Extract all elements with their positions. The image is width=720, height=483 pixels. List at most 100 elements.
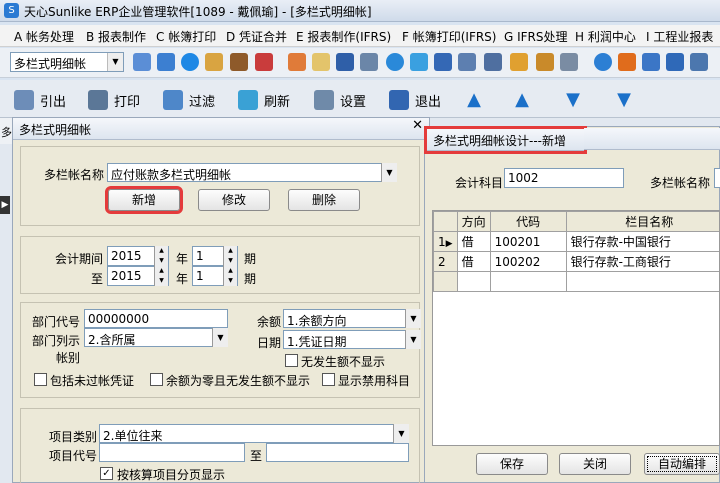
export-button[interactable]: 引出	[14, 88, 74, 112]
column-header-direction[interactable]: 方向	[456, 211, 491, 232]
chevron-down-icon[interactable]: ▼	[405, 330, 421, 349]
save-button[interactable]: 保存	[476, 453, 548, 475]
edit-button[interactable]: 修改	[198, 189, 270, 211]
module-select[interactable]: 多栏式明细帐 ▼	[10, 52, 124, 72]
row-code[interactable]: 100202	[489, 251, 567, 272]
exit-icon	[389, 90, 409, 110]
exit-button[interactable]: 退出	[389, 88, 449, 112]
phone-icon[interactable]	[181, 53, 199, 71]
grid-corner-cell	[433, 211, 458, 232]
info-icon[interactable]	[410, 53, 428, 71]
period-unit-label: 期	[244, 252, 257, 266]
zero-balance-checkbox[interactable]	[150, 373, 163, 386]
house-icon[interactable]	[255, 53, 273, 71]
chevron-down-icon[interactable]: ▼	[381, 163, 397, 182]
briefcase-icon[interactable]	[230, 53, 248, 71]
close-icon[interactable]: ✕	[412, 118, 423, 133]
row-number: 2	[433, 251, 458, 272]
item-code-to-input[interactable]	[266, 443, 409, 462]
previous-record-icon[interactable]: ▲	[510, 88, 534, 112]
dept-code-input[interactable]: 00000000	[84, 309, 228, 328]
chevron-down-icon[interactable]: ▼	[212, 328, 228, 347]
period-from-spinner[interactable]: ▲ ▼	[223, 246, 237, 266]
auto-arrange-button[interactable]: 自动编排	[644, 453, 720, 475]
ledger-name-select[interactable]: 应付账款多栏式明细帐	[107, 163, 397, 182]
item-type-select[interactable]: 2.单位往来	[99, 424, 409, 443]
year-from-spinner[interactable]: ▲ ▼	[154, 246, 168, 266]
table-row[interactable]: 1▶ 借 100201 银行存款-中国银行	[433, 231, 719, 252]
window-titlebar: S 天心Sunlike ERP企业管理软件[1089 - 戴佩瑜] - [多栏式…	[0, 0, 720, 22]
period-to-label: 至	[91, 272, 104, 286]
account-code-value: 1002	[508, 171, 539, 185]
chevron-down-icon[interactable]: ▼	[107, 53, 123, 71]
tree-icon[interactable]	[133, 53, 151, 71]
lock-icon[interactable]	[205, 53, 223, 71]
filter-button[interactable]: 过滤	[163, 88, 223, 112]
column-header-code[interactable]: 代码	[489, 211, 567, 232]
year-to-spinner[interactable]: ▲ ▼	[154, 266, 168, 286]
menu-item-b[interactable]: B 报表制作	[86, 28, 146, 45]
account-code-input[interactable]: 1002	[504, 168, 624, 188]
no-occurrence-checkbox[interactable]	[285, 354, 298, 367]
menu-item-e[interactable]: E 报表制作(IFRS)	[296, 28, 391, 45]
include-unposted-checkbox[interactable]	[34, 373, 47, 386]
refresh-button[interactable]: 刷新	[238, 88, 298, 112]
menu-item-g[interactable]: G IFRS处理	[504, 28, 568, 45]
dept-list-select[interactable]: 2.含所属	[84, 328, 228, 347]
first-record-icon[interactable]: ▲	[462, 88, 486, 112]
menu-item-f[interactable]: F 帐簿打印(IFRS)	[402, 28, 496, 45]
help-icon[interactable]	[386, 53, 404, 71]
copy-icon[interactable]	[560, 53, 578, 71]
menu-item-i[interactable]: I 工程业报表	[646, 28, 713, 45]
row-direction[interactable]: 借	[456, 251, 491, 272]
menu-item-d[interactable]: D 凭证合并	[226, 28, 287, 45]
year-to-value: 2015	[111, 269, 142, 283]
report-icon[interactable]	[642, 53, 660, 71]
period-to-spinner[interactable]: ▲ ▼	[223, 266, 237, 286]
menu-item-c[interactable]: C 帐簿打印	[156, 28, 216, 45]
filter-label: 过滤	[189, 95, 216, 110]
row-number: 1	[438, 234, 446, 249]
balance-select[interactable]: 1.余额方向	[283, 309, 421, 328]
settings-button[interactable]: 设置	[314, 88, 374, 112]
date-select[interactable]: 1.凭证日期	[283, 330, 421, 349]
row-code[interactable]: 100201	[489, 231, 567, 252]
print-button[interactable]: 打印	[88, 88, 148, 112]
grid-icon[interactable]	[690, 53, 708, 71]
chevron-down-icon[interactable]: ▼	[393, 424, 409, 443]
window-icon[interactable]	[484, 53, 502, 71]
design-ledger-name-input[interactable]	[714, 168, 720, 188]
page-by-item-checkbox[interactable]: ✓	[100, 467, 113, 480]
design-ledger-name-label: 多栏帐名称	[650, 176, 711, 190]
row-column-name[interactable]: 银行存款-中国银行	[565, 231, 719, 252]
row-column-name[interactable]: 银行存款-工商银行	[565, 251, 719, 272]
item-code-from-input[interactable]	[99, 443, 245, 462]
last-record-icon[interactable]: ▼	[612, 88, 636, 112]
calendar-icon[interactable]	[510, 53, 528, 71]
table-row[interactable]: 2 借 100202 银行存款-工商银行	[433, 251, 719, 272]
menu-item-h[interactable]: H 利润中心	[575, 28, 636, 45]
chevron-down-icon[interactable]: ▼	[405, 309, 421, 328]
box-icon[interactable]	[536, 53, 554, 71]
menu-item-a[interactable]: A 帐务处理	[14, 28, 74, 45]
column-header-name[interactable]: 栏目名称	[565, 211, 719, 232]
people-icon[interactable]	[157, 53, 175, 71]
delete-button[interactable]: 删除	[288, 189, 360, 211]
check-icon[interactable]	[594, 53, 612, 71]
close-button[interactable]: 关闭	[559, 453, 631, 475]
arrow-icon[interactable]	[618, 53, 636, 71]
cart-icon[interactable]	[434, 53, 452, 71]
folder-icon[interactable]	[312, 53, 330, 71]
new-button[interactable]: 新增	[105, 186, 183, 214]
show-disabled-checkbox[interactable]	[322, 373, 335, 386]
key-icon[interactable]	[360, 53, 378, 71]
group-icon[interactable]	[288, 53, 306, 71]
next-record-icon[interactable]: ▼	[561, 88, 585, 112]
document-icon[interactable]	[336, 53, 354, 71]
table-icon[interactable]	[458, 53, 476, 71]
org-chart-icon[interactable]	[666, 53, 684, 71]
balance-label: 余额	[257, 315, 282, 329]
item-code-label: 项目代号	[49, 449, 98, 463]
row-direction[interactable]: 借	[456, 231, 491, 252]
ledger-name-group	[20, 146, 420, 226]
